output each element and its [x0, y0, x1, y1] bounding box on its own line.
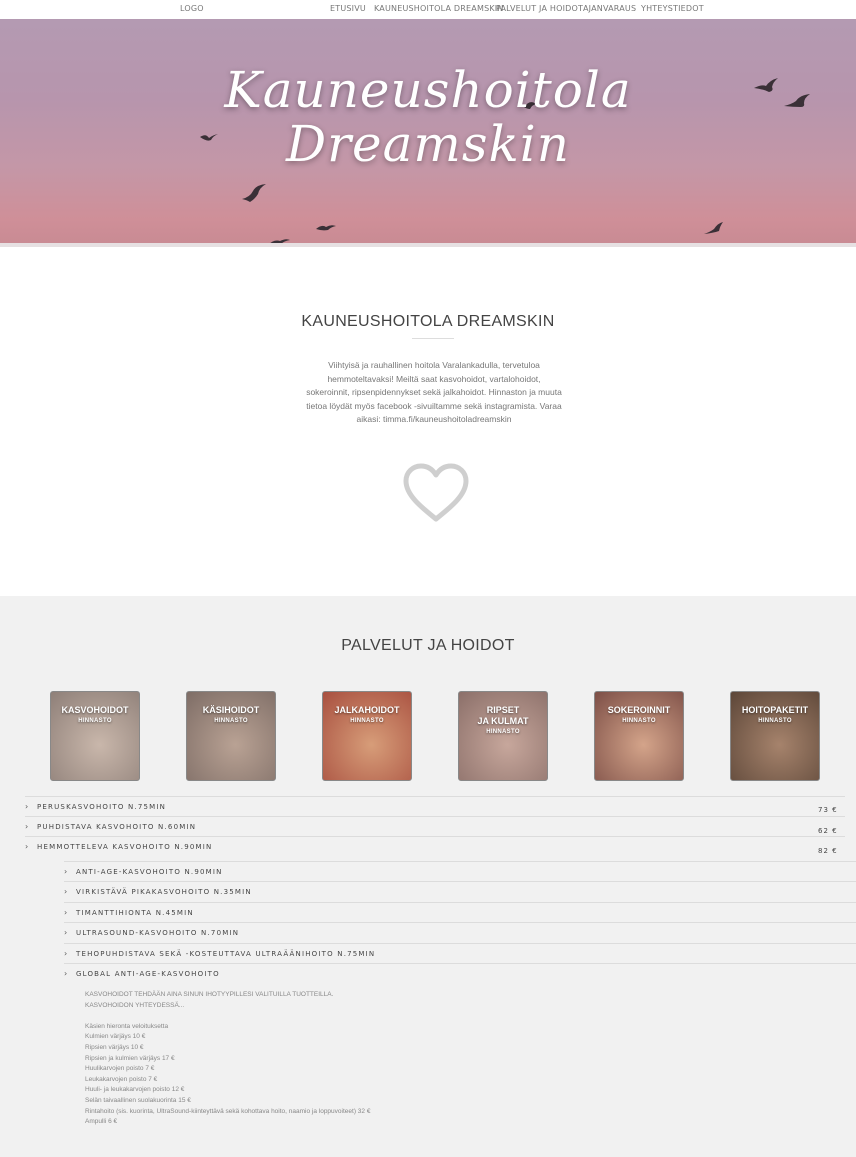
chevron-right-icon: › [64, 969, 69, 978]
detail-line: Kulmien värjäys 10 € [85, 1033, 146, 1041]
nav-item-yhteystiedot[interactable]: YHTEYSTIEDOT [641, 4, 704, 13]
heart-icon [403, 463, 469, 522]
about-text: Viihtyisä ja rauhallinen hoitola Varalan… [306, 360, 562, 424]
nav-item-ajanvaraus[interactable]: AJANVARAUS [583, 4, 636, 13]
title-divider [412, 338, 454, 339]
sub-price-row-name: VIRKISTÄVÄ PIKAKASVOHOITO N.35MIN [76, 888, 252, 896]
nav-item-palvelut[interactable]: PALVELUT JA HOIDOT [496, 4, 583, 13]
detail-line: Selän taivaallinen suolakuorinta 15 € [85, 1096, 191, 1104]
nav-item-dreamskin[interactable]: KAUNEUSHOITOLA DREAMSKIN [374, 4, 504, 13]
detail-line: Huulikarvojen poisto 7 € [85, 1065, 155, 1073]
nav-logo[interactable]: LOGO [180, 4, 204, 13]
service-tile-title: RIPSET JA KULMAT [477, 705, 529, 726]
chevron-right-icon: › [25, 842, 30, 851]
service-tile-label: RIPSET JA KULMAT HINNASTO [459, 705, 547, 738]
sub-price-row[interactable]: › TEHOPUHDISTAVA SEKÄ -KOSTEUTTAVA ULTRAÄ… [64, 943, 856, 963]
hero-title-line2: Dreamskin [286, 115, 570, 173]
service-tile-title: SOKEROINNIT [607, 705, 671, 715]
service-tile-label: SOKEROINNIT HINNASTO [595, 705, 683, 727]
top-nav: LOGO ETUSIVU KAUNEUSHOITOLA DREAMSKIN PA… [0, 0, 856, 19]
price-row-name: PUHDISTAVA KASVOHOITO N.60MIN [37, 823, 197, 831]
service-tile-sub: HINNASTO [78, 718, 112, 724]
service-tile-2[interactable]: JALKAHOIDOT HINNASTO [322, 691, 412, 781]
service-tile-sub: HINNASTO [214, 718, 248, 724]
service-tile-0[interactable]: KASVOHOIDOT HINNASTO [50, 691, 140, 781]
sub-price-row[interactable]: › GLOBAL ANTI-AGE-KASVOHOITO [64, 963, 856, 983]
sub-price-row-name: GLOBAL ANTI-AGE-KASVOHOITO [76, 970, 220, 978]
price-row[interactable]: › HEMMOTTELEVA KASVOHOITO N.90MIN [25, 836, 845, 856]
service-tile-4[interactable]: SOKEROINNIT HINNASTO [594, 691, 684, 781]
nav-item-etusivu[interactable]: ETUSIVU [330, 4, 366, 13]
price-row-name: HEMMOTTELEVA KASVOHOITO N.90MIN [37, 843, 213, 851]
about-title: KAUNEUSHOITOLA DREAMSKIN [301, 313, 555, 330]
detail-line: Ripsien värjäys 10 € [85, 1043, 144, 1051]
chevron-right-icon: › [64, 887, 69, 896]
service-tile-label: JALKAHOIDOT HINNASTO [323, 705, 411, 727]
sub-price-row[interactable]: › TIMANTTIHIONTA N.45MIN [64, 902, 856, 922]
chevron-right-icon: › [25, 822, 30, 831]
service-tile-title: JALKAHOIDOT [334, 705, 400, 715]
details-intro-2: KASVOHOIDON YHTEYDESSÄ... [85, 1001, 185, 1009]
sub-price-row[interactable]: › VIRKISTÄVÄ PIKAKASVOHOITO N.35MIN [64, 881, 856, 901]
service-tile-label: HOITOPAKETIT HINNASTO [731, 705, 819, 727]
services-title: PALVELUT JA HOIDOT [341, 637, 515, 654]
hero-banner: Kauneushoitola Dreamskin [0, 19, 856, 247]
hero-title-line1: Kauneushoitola [224, 61, 632, 119]
details-intro-1: KASVOHOIDOT TEHDÄÄN AINA SINUN IHOTYYPIL… [85, 991, 334, 998]
service-tile-5[interactable]: HOITOPAKETIT HINNASTO [730, 691, 820, 781]
service-tile-title: HOITOPAKETIT [741, 705, 809, 715]
service-tile-sub: HINNASTO [622, 718, 656, 724]
details-text: KASVOHOIDOT TEHDÄÄN AINA SINUN IHOTYYPIL… [85, 990, 445, 1128]
hero-title: Kauneushoitola Dreamskin [0, 63, 856, 171]
price-row-name: PERUSKASVOHOITO N.75MIN [37, 803, 167, 811]
service-tile-1[interactable]: KÄSIHOIDOT HINNASTO [186, 691, 276, 781]
price-value: 73 € [818, 806, 838, 814]
sub-price-row-name: ANTI-AGE-KASVOHOITO N.90MIN [76, 868, 223, 876]
detail-line: Käsien hieronta veloituksetta [85, 1022, 169, 1030]
service-tile-sub: HINNASTO [350, 718, 384, 724]
sub-price-row-name: TIMANTTIHIONTA N.45MIN [76, 909, 194, 917]
detail-line: Leukakarvojen poisto 7 € [85, 1075, 158, 1083]
chevron-right-icon: › [25, 802, 30, 811]
chevron-right-icon: › [64, 908, 69, 917]
sub-price-row[interactable]: › ANTI-AGE-KASVOHOITO N.90MIN [64, 861, 856, 881]
price-value: 62 € [818, 827, 838, 835]
service-tile-3[interactable]: RIPSET JA KULMAT HINNASTO [458, 691, 548, 781]
detail-line: Huuli- ja leukakarvojen poisto 12 € [85, 1086, 185, 1094]
chevron-right-icon: › [64, 867, 69, 876]
service-tile-title: KASVOHOIDOT [61, 705, 129, 715]
sub-price-row-name: ULTRASOUND-KASVOHOITO N.70MIN [76, 929, 240, 937]
detail-line: Ampulli 6 € [85, 1118, 118, 1126]
chevron-right-icon: › [64, 928, 69, 937]
service-tile-sub: HINNASTO [758, 718, 792, 724]
price-value: 82 € [818, 847, 838, 855]
sub-price-row-name: TEHOPUHDISTAVA SEKÄ -KOSTEUTTAVA ULTRAÄÄ… [76, 950, 376, 958]
service-tile-label: KASVOHOIDOT HINNASTO [51, 705, 139, 727]
sub-price-row[interactable]: › ULTRASOUND-KASVOHOITO N.70MIN [64, 922, 856, 942]
chevron-right-icon: › [64, 949, 69, 958]
service-tile-sub: HINNASTO [486, 729, 520, 735]
detail-line: Rintahoito (sis. kuorinta, UltraSound-ki… [85, 1107, 371, 1115]
detail-line: Ripsien ja kulmien värjäys 17 € [85, 1054, 175, 1062]
price-row[interactable]: › PUHDISTAVA KASVOHOITO N.60MIN [25, 816, 845, 836]
about-section: KAUNEUSHOITOLA DREAMSKIN Viihtyisä ja ra… [0, 247, 856, 596]
service-tile-label: KÄSIHOIDOT HINNASTO [187, 705, 275, 727]
price-row[interactable]: › PERUSKASVOHOITO N.75MIN [25, 796, 845, 816]
service-tile-title: KÄSIHOIDOT [202, 705, 260, 715]
